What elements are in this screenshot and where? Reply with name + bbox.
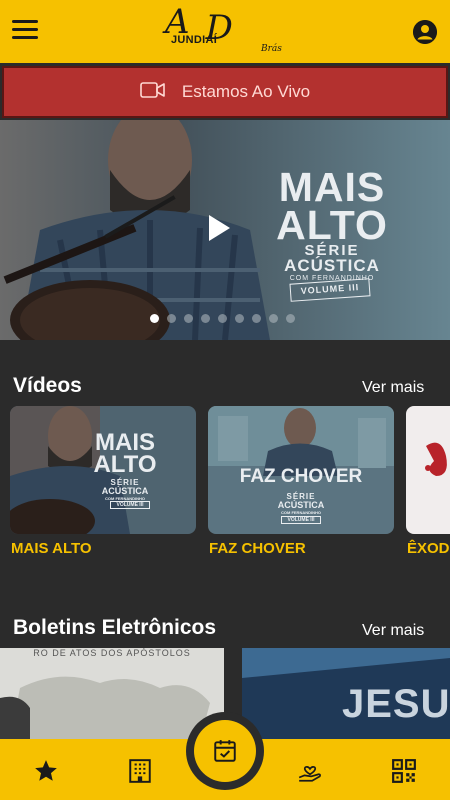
video-card-title: MAIS ALTO [93,429,157,478]
calendar-check-icon[interactable] [194,720,256,782]
live-banner: Estamos Ao Vivo [0,64,450,120]
video-card-exodo[interactable] [406,406,450,534]
live-label: Estamos Ao Vivo [181,82,311,101]
qr-code-icon[interactable] [391,758,417,784]
bulletins-section-title: Boletins Eletrônicos [13,616,217,639]
bulletin-thumbnail [0,648,224,740]
carousel-dot[interactable] [252,314,261,323]
play-icon[interactable] [207,214,231,242]
carousel-indicators [150,314,295,323]
logo-city: JUNDIAÍ [171,34,218,46]
carousel-dot[interactable] [286,314,295,323]
bulletins-see-more-link[interactable]: Ver mais [362,622,424,640]
carousel-dot[interactable] [218,314,227,323]
video-card-volume: VOLUME III [110,501,150,509]
hamburger-menu-icon[interactable] [12,20,40,42]
hero-title: MAIS ALTO [276,164,388,248]
bulletin-card-atos[interactable]: RO DE ATOS DOS APÓSTOLOS [0,648,224,740]
video-label[interactable]: ÊXODO [407,540,450,557]
video-label[interactable]: MAIS ALTO [11,540,92,557]
video-card-faz-chover[interactable]: FAZ CHOVER SÉRIE ACÚSTICA COM FERNANDINH… [208,406,394,534]
app-screen: AD JUNDIAÍ Brás Estamos Ao Vivo MAIS ALT… [0,0,450,800]
video-card-mais-alto[interactable]: MAIS ALTO SÉRIE ACÚSTICA COM FERNANDINHO … [10,406,196,534]
hero-subtitle-acustica: ACÚSTICA [284,256,380,275]
carousel-dot[interactable] [269,314,278,323]
videos-see-more-link[interactable]: Ver mais [362,379,424,397]
video-label[interactable]: FAZ CHOVER [209,540,306,557]
bulletin-card-jesus[interactable]: JESUS [242,648,450,740]
carousel-dot[interactable] [235,314,244,323]
logo-suffix: Brás [261,44,282,54]
carousel-dot[interactable] [184,314,193,323]
carousel-dot[interactable] [167,314,176,323]
video-thumbnail [406,406,450,534]
building-icon[interactable] [127,758,153,784]
app-header: AD JUNDIAÍ Brás [0,0,450,63]
carousel-dot[interactable] [201,314,210,323]
video-camera-icon [140,81,166,104]
live-button[interactable]: Estamos Ao Vivo [2,66,448,118]
account-icon[interactable] [413,20,437,44]
video-card-volume: VOLUME III [281,516,321,524]
bulletin-caption: RO DE ATOS DOS APÓSTOLOS [33,648,191,658]
video-card-sub: COM FERNANDINHO [281,510,321,515]
bulletin-caption: JESUS [342,682,450,726]
video-card-sub: ACÚSTICA [277,500,325,510]
video-card-sub: ACÚSTICA [101,486,149,496]
hand-heart-icon[interactable] [297,758,323,784]
church-logo[interactable]: AD JUNDIAÍ Brás [165,2,290,60]
video-card-title: FAZ CHOVER [239,466,363,487]
videos-section-title: Vídeos [13,374,82,397]
carousel-dot[interactable] [150,314,159,323]
star-icon[interactable] [33,758,59,784]
